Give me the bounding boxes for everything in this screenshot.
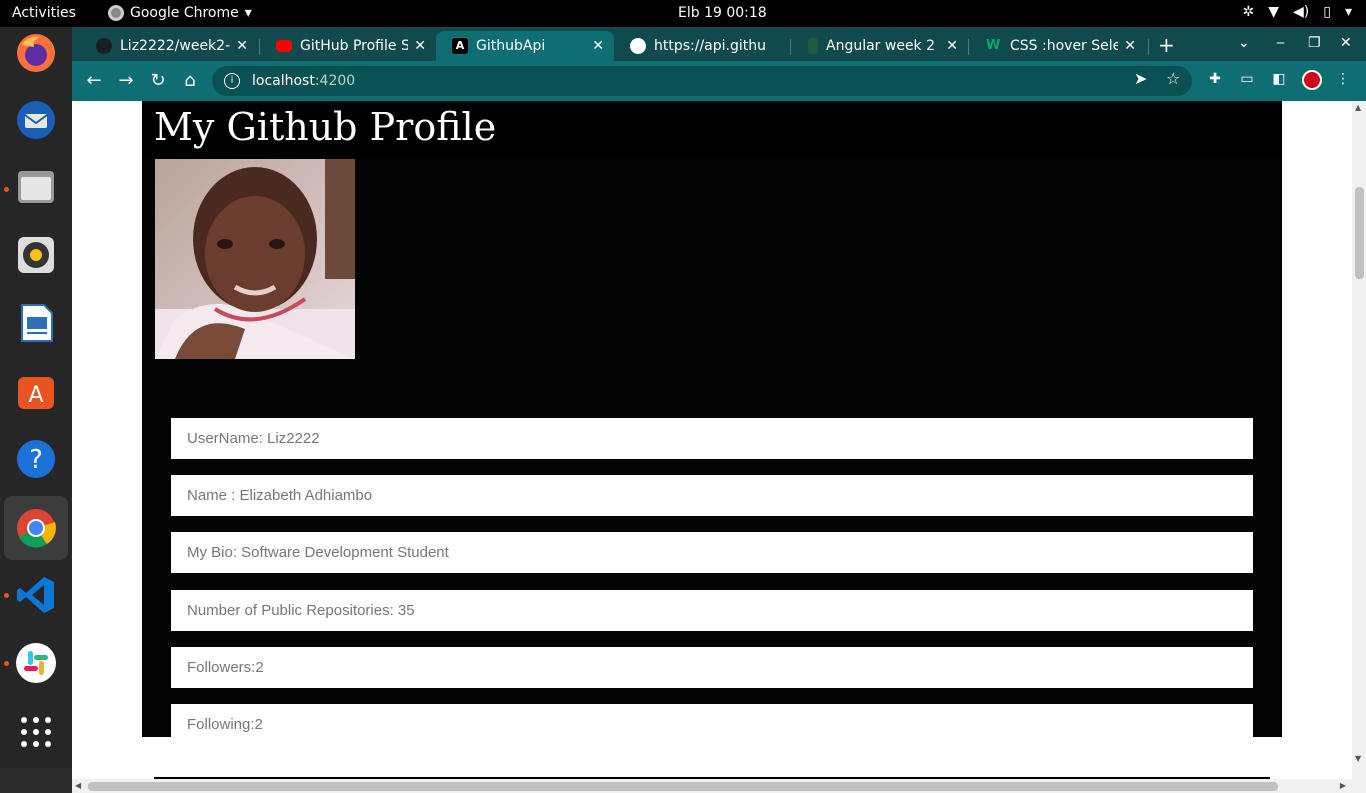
wifi-icon: ▼ <box>1268 4 1280 20</box>
scroll-left-icon[interactable]: ◀ <box>75 781 81 790</box>
chrome-icon <box>108 5 124 21</box>
send-icon[interactable]: ➤ <box>1134 69 1147 88</box>
globe-icon <box>630 38 646 54</box>
back-button[interactable]: ← <box>83 70 105 92</box>
vertical-scrollbar[interactable]: ▲ ▼ <box>1352 101 1366 779</box>
tab-api-github[interactable]: https://api.githu <box>614 31 790 61</box>
app-menu-label: Google Chrome <box>130 5 239 21</box>
horizontal-scroll-thumb[interactable] <box>88 782 1278 791</box>
reload-button[interactable]: ↻ <box>147 70 169 92</box>
github-icon <box>96 38 112 54</box>
activities-button[interactable]: Activities <box>12 5 76 21</box>
help-icon[interactable]: ? <box>12 435 60 483</box>
clock[interactable]: Elb 19 00:18 <box>678 5 767 21</box>
close-icon[interactable]: ✕ <box>592 38 604 54</box>
rhythmbox-icon[interactable] <box>12 231 60 279</box>
url-host: localhost <box>252 73 315 89</box>
horizontal-scrollbar[interactable]: ◀ ▶ <box>72 779 1366 793</box>
url-port: :4200 <box>314 73 356 89</box>
close-window-button[interactable]: ✕ <box>1340 35 1352 51</box>
firefox-icon[interactable] <box>12 29 60 77</box>
page-title: My Github Profile <box>154 105 497 149</box>
vertical-scroll-thumb[interactable] <box>1355 187 1364 279</box>
home-button[interactable]: ⌂ <box>179 70 201 92</box>
scroll-down-icon[interactable]: ▼ <box>1355 754 1361 763</box>
forward-button[interactable]: → <box>115 70 137 92</box>
thunderbird-icon[interactable] <box>12 96 60 144</box>
close-icon[interactable]: ✕ <box>236 38 248 54</box>
w3schools-icon: W <box>986 38 1001 53</box>
side-panel-icon[interactable]: ◧ <box>1270 71 1288 89</box>
writer-icon[interactable] <box>12 299 60 347</box>
slack-icon[interactable] <box>12 639 60 687</box>
tab-strip: Liz2222/week2-A ✕ GitHub Profile Se ✕ A … <box>72 27 1366 61</box>
page-viewport: My Github Profile UserName: Liz2222 Name… <box>72 101 1352 779</box>
chevron-down-icon: ▾ <box>244 5 252 21</box>
address-bar[interactable]: i localhost:4200 <box>212 66 1192 96</box>
scroll-up-icon[interactable]: ▲ <box>1355 103 1361 112</box>
minimize-button[interactable]: ‒ <box>1276 35 1285 51</box>
tab-youtube[interactable]: GitHub Profile Se ✕ <box>260 31 436 61</box>
close-icon[interactable]: ✕ <box>414 38 426 54</box>
tab-css-hover[interactable]: W CSS :hover Select ✕ <box>970 31 1146 61</box>
tab-search-chevron-icon[interactable]: ⌄ <box>1238 35 1250 51</box>
maximize-button[interactable]: ❐ <box>1308 35 1321 51</box>
files-icon[interactable] <box>12 163 60 211</box>
menu-kebab-icon[interactable]: ⋮ <box>1334 71 1352 89</box>
field-username: UserName: Liz2222 <box>171 418 1253 459</box>
profile-card: My Github Profile UserName: Liz2222 Name… <box>142 101 1282 745</box>
profile-avatar-image <box>155 159 355 359</box>
dock: A ? <box>0 27 72 768</box>
field-name: Name : Elizabeth Adhiambo <box>171 475 1253 516</box>
youtube-icon <box>276 40 292 52</box>
close-icon[interactable]: ✕ <box>1124 38 1136 54</box>
chrome-dock-icon[interactable] <box>4 496 68 560</box>
battery-icon: ▯ <box>1323 4 1331 20</box>
info-icon[interactable]: i <box>224 73 240 89</box>
new-tab-button[interactable]: + <box>1158 33 1175 57</box>
browser-toolbar: ← → ↻ ⌂ i localhost:4200 ➤ ☆ ✚ ▭ ◧ ⋮ <box>72 61 1366 101</box>
tab-github-repo[interactable]: Liz2222/week2-A ✕ <box>80 31 258 61</box>
field-public-repos: Number of Public Repositories: 35 <box>171 590 1253 631</box>
system-top-bar: Activities Google Chrome ▾ Elb 19 00:18 … <box>0 0 1366 27</box>
profile-avatar[interactable] <box>1302 70 1322 90</box>
network-icon: ✲ <box>1242 4 1255 20</box>
card-body: UserName: Liz2222 Name : Elizabeth Adhia… <box>142 159 1282 745</box>
bookmark-star-icon[interactable]: ☆ <box>1166 69 1180 88</box>
chrome-window: Liz2222/week2-A ✕ GitHub Profile Se ✕ A … <box>72 27 1366 793</box>
vscode-icon[interactable] <box>12 571 60 619</box>
tab-angular-week2[interactable]: Angular week 2 | ✕ <box>792 31 968 61</box>
svg-text:A: A <box>28 383 43 408</box>
volume-icon: ◀) <box>1293 4 1310 20</box>
cast-icon[interactable]: ▭ <box>1238 71 1256 89</box>
scroll-right-icon[interactable]: ▶ <box>1340 781 1346 790</box>
angular-icon: A <box>452 38 468 54</box>
field-bio: My Bio: Software Development Student <box>171 532 1253 573</box>
system-tray[interactable]: ✲ ▼ ◀) ▯ ▾ <box>1243 4 1353 20</box>
palm-icon <box>808 38 818 54</box>
extensions-icon[interactable]: ✚ <box>1206 71 1224 89</box>
svg-text:?: ? <box>29 445 43 475</box>
app-grid-icon[interactable] <box>12 708 60 756</box>
card-header: My Github Profile <box>142 101 1282 159</box>
close-icon[interactable]: ✕ <box>946 38 958 54</box>
app-menu[interactable]: Google Chrome ▾ <box>108 5 252 21</box>
chevron-down-icon: ▾ <box>1344 4 1352 20</box>
software-center-icon[interactable]: A <box>12 367 60 415</box>
field-followers: Followers:2 <box>171 647 1253 688</box>
tab-githubapi[interactable]: A GithubApi ✕ <box>436 31 614 61</box>
field-following: Following:2 <box>171 704 1253 745</box>
